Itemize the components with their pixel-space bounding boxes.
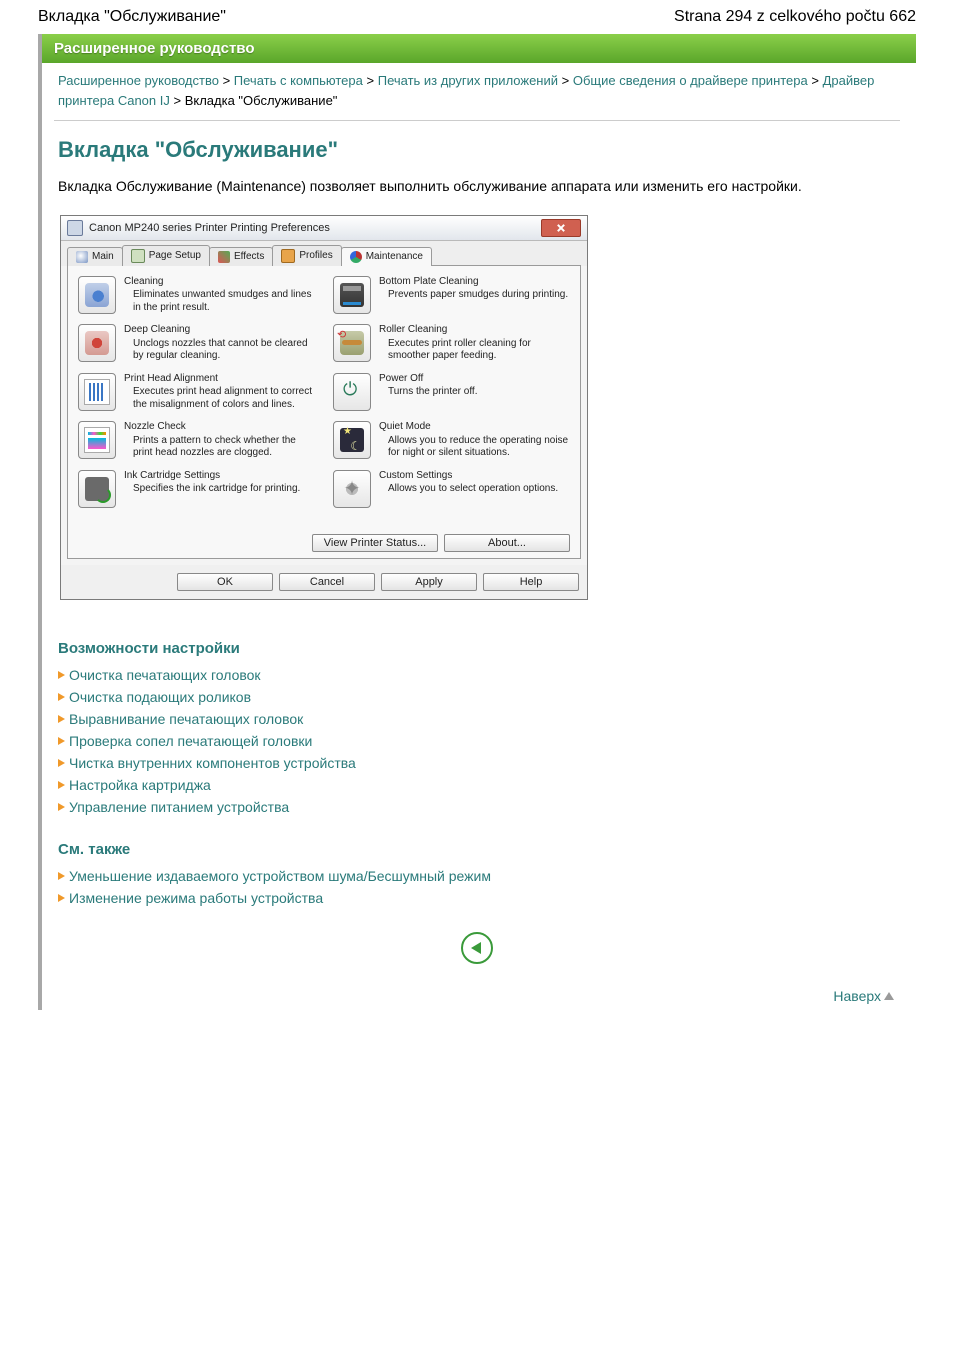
arrow-icon — [58, 803, 65, 811]
effects-icon — [218, 251, 230, 263]
dialog-tabs: Main Page Setup Effects Profiles Mainten… — [61, 241, 587, 266]
nozzle-check-icon — [84, 427, 110, 453]
maint-item-deep-cleaning[interactable]: Deep CleaningUnclogs nozzles that cannot… — [78, 324, 315, 363]
dialog-window: Canon MP240 series Printer Printing Pref… — [60, 215, 588, 600]
feature-link[interactable]: Чистка внутренних компонентов устройства — [69, 755, 356, 771]
feature-link[interactable]: Очистка подающих роликов — [69, 689, 251, 705]
arrow-icon — [58, 894, 65, 902]
maintenance-icon — [350, 251, 362, 263]
maint-item-custom-settings[interactable]: Custom SettingsAllows you to select oper… — [333, 470, 570, 508]
section-banner: Расширенное руководство — [42, 34, 916, 63]
tab-maintenance[interactable]: Maintenance — [341, 247, 432, 266]
features-list: Очистка печатающих головок Очистка подаю… — [58, 667, 900, 815]
breadcrumb-sep: > — [173, 93, 181, 108]
features-heading: Возможности настройки — [58, 640, 896, 657]
profiles-icon — [281, 249, 295, 263]
breadcrumb-link[interactable]: Печать с компьютера — [234, 73, 363, 88]
see-also-heading: См. также — [58, 841, 896, 858]
see-also-link[interactable]: Уменьшение издаваемого устройством шума/… — [69, 868, 491, 884]
header-right: Strana 294 z celkového počtu 662 — [674, 8, 916, 26]
breadcrumb-sep: > — [367, 73, 375, 88]
back-to-top-link[interactable]: Наверх — [833, 988, 894, 1004]
breadcrumb-link[interactable]: Расширенное руководство — [58, 73, 219, 88]
power-off-icon — [340, 380, 364, 404]
cartridge-icon — [85, 477, 109, 501]
custom-settings-icon — [340, 477, 364, 501]
feature-link[interactable]: Очистка печатающих головок — [69, 667, 261, 683]
arrow-icon — [58, 872, 65, 880]
arrow-icon — [58, 737, 65, 745]
breadcrumb-link[interactable]: Печать из других приложений — [378, 73, 558, 88]
breadcrumb-sep: > — [223, 73, 231, 88]
breadcrumb-sep: > — [811, 73, 819, 88]
feature-link[interactable]: Настройка картриджа — [69, 777, 211, 793]
tab-profiles[interactable]: Profiles — [272, 245, 341, 266]
maint-item-cleaning[interactable]: CleaningEliminates unwanted smudges and … — [78, 276, 315, 315]
arrow-icon — [58, 781, 65, 789]
view-printer-status-button[interactable]: View Printer Status... — [312, 534, 438, 552]
roller-cleaning-icon — [340, 331, 364, 355]
back-icon — [76, 251, 88, 263]
breadcrumb-current: Вкладка "Обслуживание" — [185, 93, 338, 108]
alignment-icon — [84, 379, 110, 405]
maint-item-nozzle-check[interactable]: Nozzle CheckPrints a pattern to check wh… — [78, 421, 315, 460]
ok-button[interactable]: OK — [177, 573, 273, 591]
feature-link[interactable]: Выравнивание печатающих головок — [69, 711, 303, 727]
maint-item-bottom-plate[interactable]: Bottom Plate CleaningPrevents paper smud… — [333, 276, 570, 315]
dialog-titlebar: Canon MP240 series Printer Printing Pref… — [61, 216, 587, 241]
feature-link[interactable]: Управление питанием устройства — [69, 799, 289, 815]
breadcrumb-link[interactable]: Общие сведения о драйвере принтера — [573, 73, 808, 88]
breadcrumb: Расширенное руководство > Печать с компь… — [54, 63, 900, 121]
arrow-icon — [58, 715, 65, 723]
feature-link[interactable]: Проверка сопел печатающей головки — [69, 733, 312, 749]
tab-page-setup[interactable]: Page Setup — [122, 245, 210, 266]
maint-item-cartridge[interactable]: Ink Cartridge SettingsSpecifies the ink … — [78, 470, 315, 508]
arrow-icon — [58, 759, 65, 767]
header-left: Вкладка "Обслуживание" — [38, 8, 226, 26]
bottom-plate-icon — [340, 283, 364, 307]
maint-item-alignment[interactable]: Print Head AlignmentExecutes print head … — [78, 373, 315, 412]
maint-item-power-off[interactable]: Power OffTurns the printer off. — [333, 373, 570, 412]
close-icon[interactable] — [541, 219, 581, 237]
apply-button[interactable]: Apply — [381, 573, 477, 591]
maint-item-roller-cleaning[interactable]: Roller CleaningExecutes print roller cle… — [333, 324, 570, 363]
see-also-list: Уменьшение издаваемого устройством шума/… — [58, 868, 900, 906]
maint-item-quiet-mode[interactable]: Quiet ModeAllows you to reduce the opera… — [333, 421, 570, 460]
up-arrow-icon — [884, 992, 894, 1000]
lead-paragraph: Вкладка Обслуживание (Maintenance) позво… — [58, 177, 896, 197]
about-button[interactable]: About... — [444, 534, 570, 552]
cleaning-icon — [85, 283, 109, 307]
deep-cleaning-icon — [85, 331, 109, 355]
home-button[interactable] — [461, 932, 493, 964]
arrow-icon — [58, 693, 65, 701]
cancel-button[interactable]: Cancel — [279, 573, 375, 591]
help-button[interactable]: Help — [483, 573, 579, 591]
breadcrumb-sep: > — [562, 73, 570, 88]
tab-main[interactable]: Main — [67, 247, 123, 266]
tab-panel: CleaningEliminates unwanted smudges and … — [67, 265, 581, 559]
dialog-title: Canon MP240 series Printer Printing Pref… — [89, 222, 330, 234]
page-title: Вкладка "Обслуживание" — [58, 137, 896, 163]
arrow-icon — [58, 671, 65, 679]
see-also-link[interactable]: Изменение режима работы устройства — [69, 890, 323, 906]
quiet-mode-icon — [340, 428, 364, 452]
tab-effects[interactable]: Effects — [209, 247, 273, 266]
page-icon — [131, 249, 145, 263]
printer-icon — [67, 220, 83, 236]
dialog-footer: OK Cancel Apply Help — [61, 565, 587, 599]
